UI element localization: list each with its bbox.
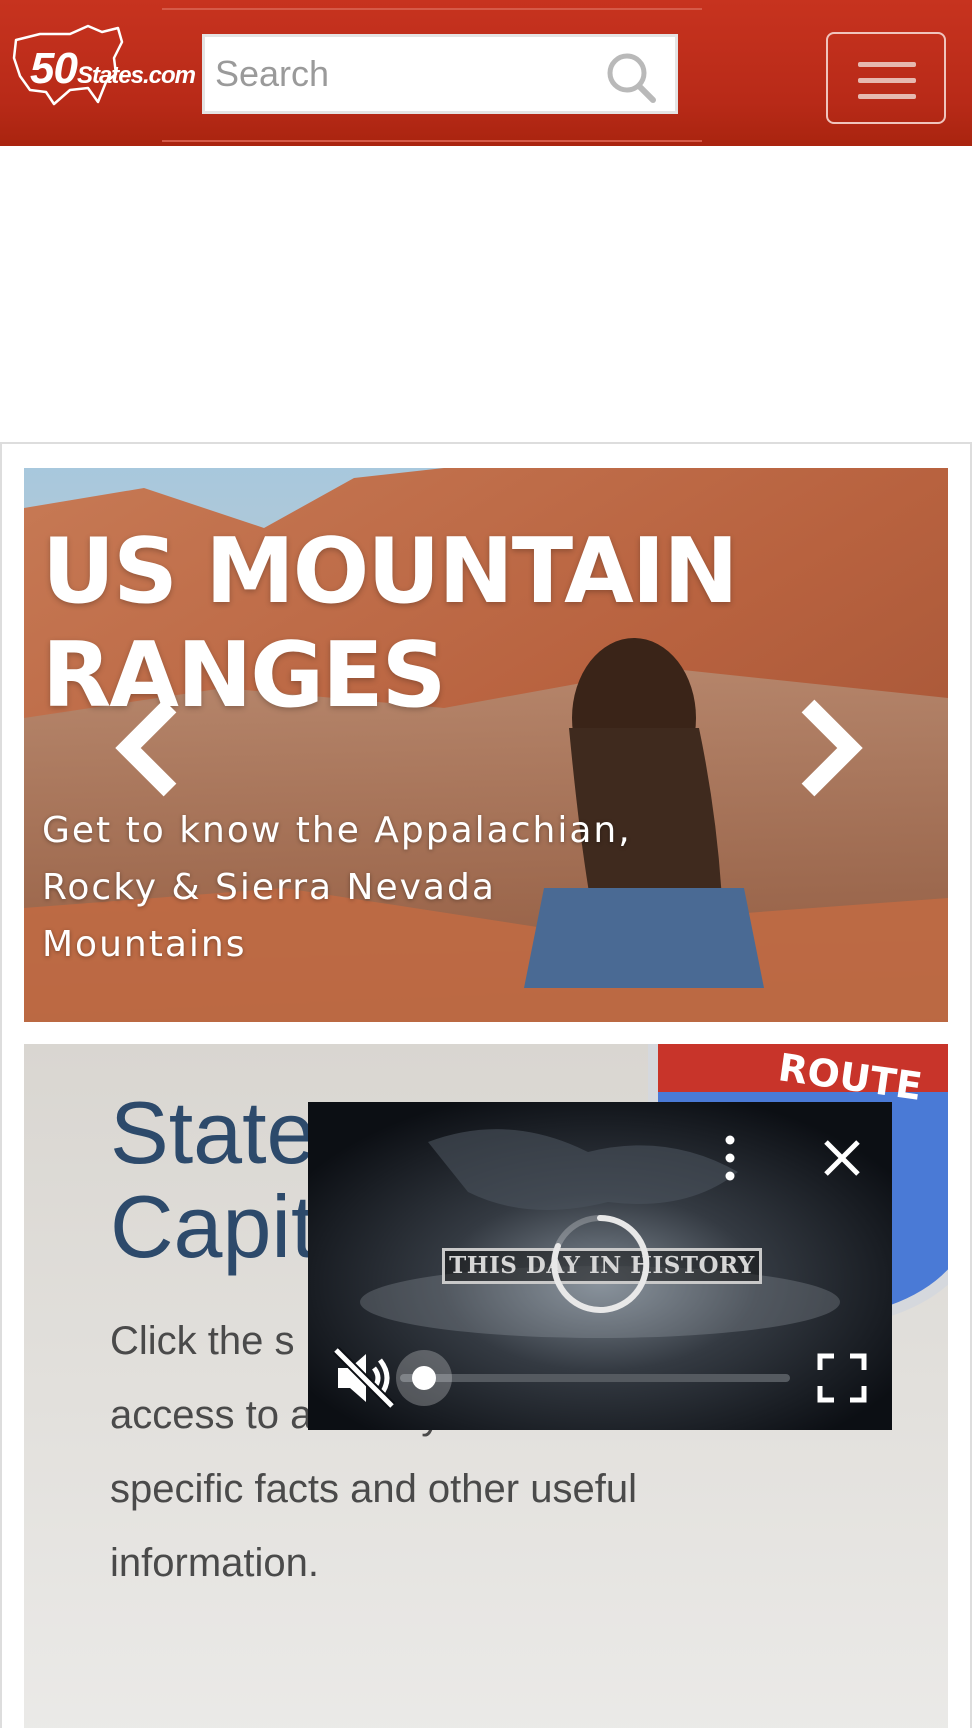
loading-spinner-icon (546, 1210, 654, 1318)
header-divider-bottom (162, 140, 702, 142)
site-header: 50States.com (0, 0, 972, 146)
chevron-right-icon[interactable] (794, 698, 864, 798)
ad-slot (0, 146, 972, 442)
carousel-subtitle: Get to know the Appalachian, Rocky & Sie… (42, 810, 632, 965)
page: 50States.com Search US MOUNTAIN RANGES G… (0, 0, 972, 1728)
header-divider-top (162, 8, 702, 10)
carousel-title: US MOUNTAIN RANGES (42, 519, 739, 728)
site-logo[interactable]: 50States.com (10, 18, 196, 108)
search-icon[interactable] (601, 43, 665, 107)
volume-muted-icon[interactable] (328, 1342, 400, 1414)
more-vertical-icon[interactable] (710, 1130, 750, 1186)
video-progress-track[interactable] (400, 1374, 790, 1382)
logo-wordmark: 50States.com (30, 44, 196, 93)
close-icon[interactable] (814, 1130, 870, 1186)
floating-video-player[interactable]: THIS DAY IN HISTORY (308, 1102, 892, 1430)
menu-bar (858, 94, 916, 99)
search-input[interactable] (215, 37, 595, 111)
menu-bar (858, 78, 916, 83)
featured-carousel[interactable]: US MOUNTAIN RANGES Get to know the Appal… (24, 468, 948, 1022)
search-box (202, 34, 678, 114)
fullscreen-icon[interactable] (812, 1348, 872, 1408)
hamburger-menu-icon[interactable] (826, 32, 946, 124)
chevron-left-icon[interactable] (114, 698, 184, 798)
menu-bar (858, 62, 916, 67)
video-progress-knob[interactable] (396, 1350, 452, 1406)
